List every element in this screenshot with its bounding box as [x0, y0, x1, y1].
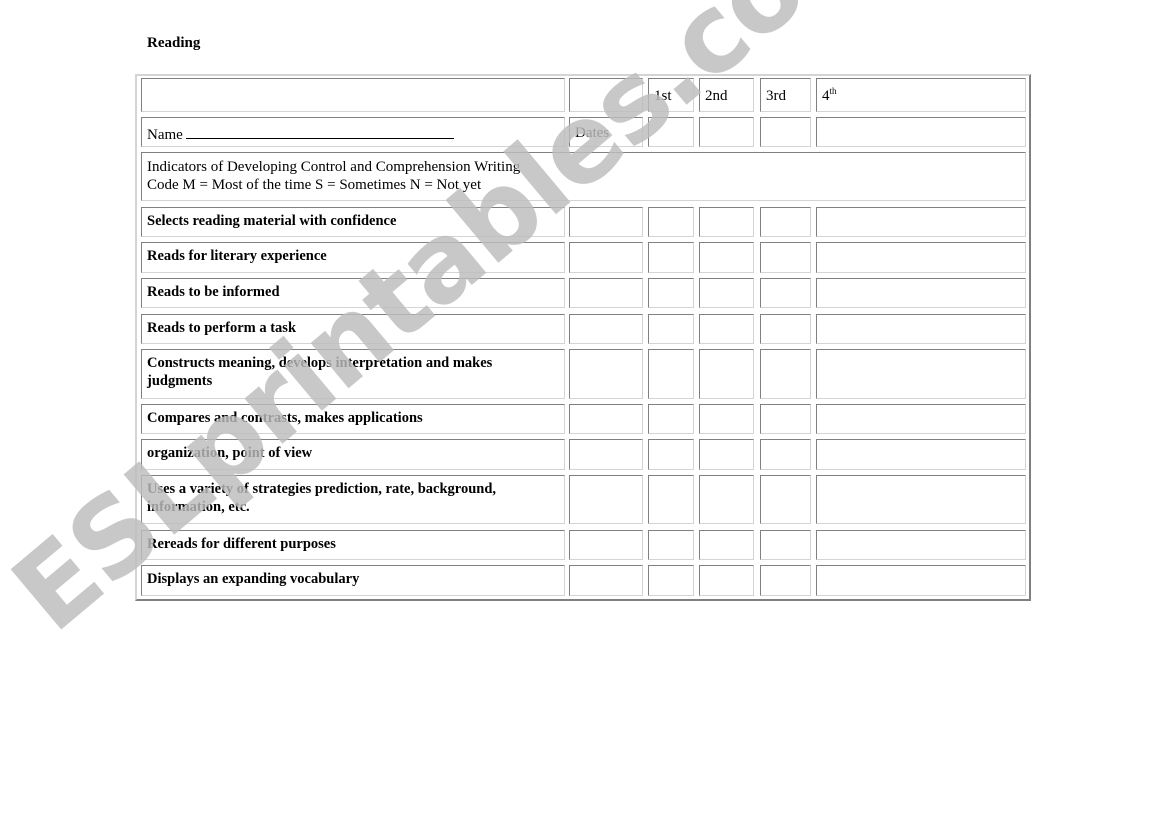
date-cell[interactable]: [569, 314, 643, 344]
table-row-criterion: Reads for literary experience: [141, 242, 565, 273]
rating-cell-period-1[interactable]: [648, 242, 694, 273]
assessment-table: 1st 2nd 3rd 4th Name Dates Indicators of Devel…: [135, 74, 1031, 601]
rating-cell-period-3[interactable]: [760, 530, 811, 560]
rating-cell-period-4[interactable]: [816, 314, 1026, 344]
indicators-heading: Indicators of Developing Control and Com…: [147, 159, 521, 175]
date-cell[interactable]: [569, 530, 643, 560]
date-cell[interactable]: [569, 242, 643, 273]
name-cell[interactable]: Name: [141, 117, 565, 147]
rating-cell-period-3[interactable]: [760, 242, 811, 273]
rating-cell-period-2[interactable]: [699, 207, 754, 237]
date-cell[interactable]: [569, 565, 643, 596]
table-row-criterion: Selects reading material with confidence: [141, 207, 565, 237]
criterion-label: Displays an expanding vocabulary: [147, 571, 360, 587]
date-input-cell[interactable]: [760, 117, 811, 147]
rating-cell-period-4[interactable]: [816, 530, 1026, 560]
criterion-label: Rereads for different purposes: [147, 536, 336, 552]
dates-label-cell: Dates: [569, 117, 643, 147]
date-input-cell[interactable]: [816, 117, 1026, 147]
period-header-2: 2nd: [699, 78, 754, 112]
criterion-label: Reads for literary experience: [147, 248, 327, 264]
code-legend: Code M = Most of the time S = Sometimes …: [147, 177, 482, 193]
date-input-cell[interactable]: [648, 117, 694, 147]
table-row-criterion: Reads to be informed: [141, 278, 565, 308]
rating-cell-period-2[interactable]: [699, 565, 754, 596]
document-title: Reading: [147, 35, 201, 51]
criterion-label: organization, point of view: [147, 445, 313, 461]
rating-cell-period-3[interactable]: [760, 314, 811, 344]
table-row-criterion: Reads to perform a task: [141, 314, 565, 344]
rating-cell-period-2[interactable]: [699, 439, 754, 470]
date-cell[interactable]: [569, 207, 643, 237]
rating-cell-period-4[interactable]: [816, 349, 1026, 399]
header-blank-cell: [141, 78, 565, 112]
rating-cell-period-1[interactable]: [648, 565, 694, 596]
rating-cell-period-4[interactable]: [816, 475, 1026, 524]
rating-cell-period-2[interactable]: [699, 278, 754, 308]
rating-cell-period-3[interactable]: [760, 565, 811, 596]
table-row-criterion: Compares and contrasts, makes applicatio…: [141, 404, 565, 434]
rating-cell-period-1[interactable]: [648, 475, 694, 524]
name-label: Name: [147, 127, 183, 143]
period-label: 4: [822, 88, 830, 104]
date-cell[interactable]: [569, 475, 643, 524]
name-input-line[interactable]: [185, 124, 454, 139]
rating-cell-period-3[interactable]: [760, 207, 811, 237]
period-header-1: 1st: [648, 78, 694, 112]
rating-cell-period-3[interactable]: [760, 475, 811, 524]
rating-cell-period-1[interactable]: [648, 349, 694, 399]
period-label: 3rd: [766, 88, 786, 104]
table-row-criterion: Displays an expanding vocabulary: [141, 565, 565, 596]
rating-cell-period-1[interactable]: [648, 404, 694, 434]
criterion-label: Reads to perform a task: [147, 320, 297, 336]
period-label: 2nd: [705, 88, 728, 104]
table-row-criterion: organization, point of view: [141, 439, 565, 470]
criterion-label: Compares and contrasts, makes applicatio…: [147, 410, 423, 426]
rating-cell-period-2[interactable]: [699, 314, 754, 344]
table-row-criterion: Uses a variety of strategies prediction,…: [141, 475, 565, 524]
rating-cell-period-4[interactable]: [816, 242, 1026, 273]
rating-cell-period-4[interactable]: [816, 565, 1026, 596]
date-cell[interactable]: [569, 439, 643, 470]
rating-cell-period-4[interactable]: [816, 207, 1026, 237]
rating-cell-period-1[interactable]: [648, 530, 694, 560]
rating-cell-period-1[interactable]: [648, 439, 694, 470]
rating-cell-period-3[interactable]: [760, 278, 811, 308]
criterion-label: Constructs meaning, develops interpretat…: [147, 355, 493, 389]
period-suffix: th: [829, 86, 837, 96]
table-row-criterion: Constructs meaning, develops interpretat…: [141, 349, 565, 399]
rating-cell-period-1[interactable]: [648, 278, 694, 308]
header-blank-cell: [569, 78, 643, 112]
rating-cell-period-2[interactable]: [699, 475, 754, 524]
period-header-3: 3rd: [760, 78, 811, 112]
table-row-criterion: Rereads for different purposes: [141, 530, 565, 560]
rating-cell-period-1[interactable]: [648, 314, 694, 344]
rating-cell-period-3[interactable]: [760, 404, 811, 434]
date-input-cell[interactable]: [699, 117, 754, 147]
criterion-label: Uses a variety of strategies prediction,…: [147, 481, 497, 515]
criterion-label: Reads to be informed: [147, 284, 280, 300]
dates-label: Dates: [575, 125, 610, 141]
rating-cell-period-4[interactable]: [816, 404, 1026, 434]
rating-cell-period-2[interactable]: [699, 530, 754, 560]
rating-cell-period-2[interactable]: [699, 404, 754, 434]
indicators-cell: Indicators of Developing Control and Com…: [141, 152, 1026, 201]
rating-cell-period-2[interactable]: [699, 349, 754, 399]
date-cell[interactable]: [569, 404, 643, 434]
date-cell[interactable]: [569, 349, 643, 399]
rating-cell-period-4[interactable]: [816, 439, 1026, 470]
rating-cell-period-1[interactable]: [648, 207, 694, 237]
period-label: 1st: [654, 88, 672, 104]
rating-cell-period-2[interactable]: [699, 242, 754, 273]
rating-cell-period-4[interactable]: [816, 278, 1026, 308]
date-cell[interactable]: [569, 278, 643, 308]
rating-cell-period-3[interactable]: [760, 349, 811, 399]
rating-cell-period-3[interactable]: [760, 439, 811, 470]
criterion-label: Selects reading material with confidence: [147, 213, 397, 229]
period-header-4: 4th: [816, 78, 1026, 112]
